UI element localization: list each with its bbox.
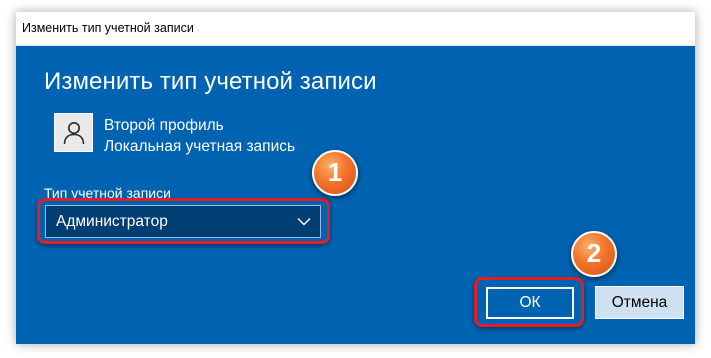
step-1-badge: 1 (312, 150, 358, 196)
user-display-name: Второй профиль (104, 117, 224, 134)
cancel-button[interactable]: Отмена (595, 286, 684, 319)
account-type-selected-value: Администратор (56, 213, 168, 230)
change-account-type-dialog: Изменить тип учетной записи Изменить тип… (16, 12, 695, 344)
user-avatar (54, 113, 93, 152)
step-2-badge: 2 (571, 231, 617, 277)
window-title: Изменить тип учетной записи (22, 21, 194, 35)
chevron-down-icon (297, 218, 311, 226)
account-type-label: Тип учетной записи (44, 185, 171, 201)
user-silhouette-icon (63, 122, 85, 145)
screenshot-canvas: Изменить тип учетной записи Изменить тип… (0, 0, 711, 358)
title-bar: Изменить тип учетной записи (16, 12, 695, 46)
user-account-kind: Локальная учетная запись (104, 138, 296, 155)
dialog-heading: Изменить тип учетной записи (44, 68, 377, 95)
ok-button[interactable]: ОК (486, 287, 574, 319)
account-type-dropdown[interactable]: Администратор (45, 205, 321, 238)
